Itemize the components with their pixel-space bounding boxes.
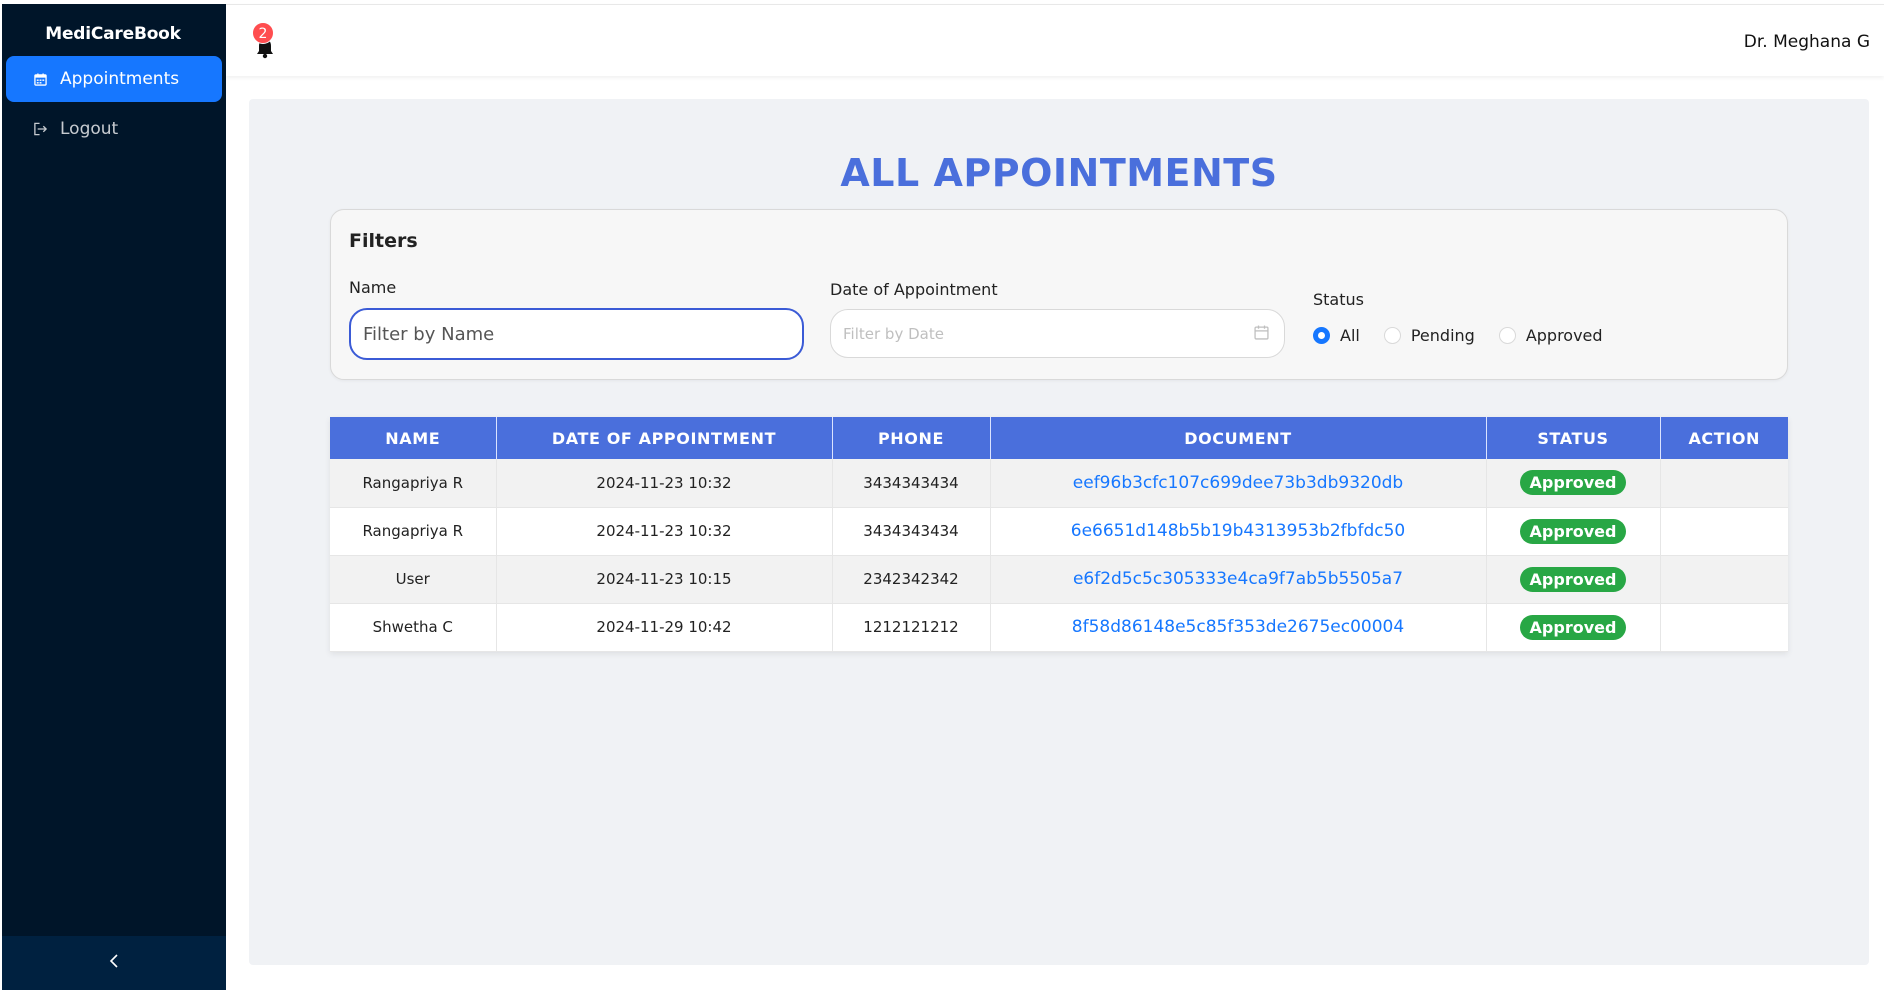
window-edge xyxy=(0,0,2,990)
document-link[interactable]: 8f58d86148e5c85f353de2675ec00004 xyxy=(1072,617,1404,637)
table-row: Rangapriya R 2024-11-23 10:32 3434343434… xyxy=(330,459,1788,508)
table-row: Rangapriya R 2024-11-23 10:32 3434343434… xyxy=(330,507,1788,556)
cell-date: 2024-11-23 10:15 xyxy=(496,555,833,604)
document-link[interactable]: 6e6651d148b5b19b4313953b2fbfdc50 xyxy=(1071,521,1405,541)
status-radio-all[interactable]: All xyxy=(1313,326,1360,345)
cell-action xyxy=(1660,603,1788,652)
column-header-status[interactable]: STATUS xyxy=(1486,417,1661,459)
cell-name: Shwetha C xyxy=(330,603,497,652)
cell-phone: 2342342342 xyxy=(832,555,991,604)
cell-date: 2024-11-23 10:32 xyxy=(496,507,833,556)
column-header-date[interactable]: DATE OF APPOINTMENT xyxy=(496,417,833,459)
radio-dot[interactable] xyxy=(1498,326,1516,344)
page-title: ALL APPOINTMENTS xyxy=(840,151,1278,195)
status-badge: Approved xyxy=(1519,470,1627,496)
cell-phone: 1212121212 xyxy=(832,603,991,652)
column-header-document[interactable]: DOCUMENT xyxy=(990,417,1487,459)
radio-dot[interactable] xyxy=(1313,326,1330,344)
date-filter-input[interactable] xyxy=(843,322,1223,346)
app-root: MediCareBook Appointments Logout 2 Dr. M… xyxy=(0,0,1884,990)
status-badge: Approved xyxy=(1519,614,1627,640)
column-header-action[interactable]: ACTION xyxy=(1660,417,1788,459)
cell-document: 6e6651d148b5b19b4313953b2fbfdc50 xyxy=(990,507,1487,556)
status-radio-approved[interactable]: Approved xyxy=(1498,325,1603,345)
brand-logo[interactable]: MediCareBook xyxy=(0,24,226,44)
cell-document: e6f2d5c5c305333e4ca9f7ab5b5505a7 xyxy=(990,555,1487,604)
name-filter-input[interactable] xyxy=(349,308,804,360)
calendar-icon xyxy=(1254,325,1270,341)
filters-title: Filters xyxy=(349,230,418,252)
column-header-name[interactable]: NAME xyxy=(330,417,497,459)
cell-document: 8f58d86148e5c85f353de2675ec00004 xyxy=(990,603,1487,652)
cell-status: Approved xyxy=(1486,507,1661,556)
document-link[interactable]: eef96b3cfc107c699dee73b3db9320db xyxy=(1073,473,1403,493)
status-radio-group: All Pending Approved xyxy=(1313,323,1627,347)
main-content: ALL APPOINTMENTS Filters Name Date of Ap… xyxy=(249,99,1869,965)
user-name[interactable]: Dr. Meghana G xyxy=(1744,32,1870,52)
document-link[interactable]: e6f2d5c5c305333e4ca9f7ab5b5505a7 xyxy=(1073,569,1403,589)
notification-count-badge: 2 xyxy=(252,22,274,44)
chevron-left-icon xyxy=(109,953,119,973)
sidebar-item-appointments[interactable]: Appointments xyxy=(6,56,222,102)
sidebar-item-logout[interactable]: Logout xyxy=(6,106,222,152)
status-radio-pending[interactable]: Pending xyxy=(1383,325,1475,345)
cell-name: User xyxy=(330,555,497,604)
cell-date: 2024-11-23 10:32 xyxy=(496,459,833,508)
cell-document: eef96b3cfc107c699dee73b3db9320db xyxy=(990,459,1487,508)
cell-status: Approved xyxy=(1486,555,1661,604)
sidebar-collapse-button[interactable] xyxy=(2,936,226,990)
column-header-phone[interactable]: PHONE xyxy=(832,417,991,459)
radio-label: All xyxy=(1340,325,1360,345)
radio-dot[interactable] xyxy=(1383,326,1401,344)
table-row: User 2024-11-23 10:15 2342342342 e6f2d5c… xyxy=(330,555,1788,604)
radio-label: Approved xyxy=(1525,325,1603,345)
table-header-row: NAME DATE OF APPOINTMENT PHONE DOCUMENT … xyxy=(330,417,1788,459)
cell-action xyxy=(1660,507,1788,556)
cell-status: Approved xyxy=(1486,603,1661,652)
notification-bell-button[interactable]: 2 xyxy=(250,22,280,59)
date-filter-label: Date of Appointment xyxy=(830,280,998,299)
appointments-table: NAME DATE OF APPOINTMENT PHONE DOCUMENT … xyxy=(330,417,1788,652)
filters-panel: Filters Name Date of Appointment Status xyxy=(330,209,1788,380)
name-filter-label: Name xyxy=(349,278,397,297)
status-badge: Approved xyxy=(1519,518,1627,544)
table-row: Shwetha C 2024-11-29 10:42 1212121212 8f… xyxy=(330,603,1788,652)
cell-phone: 3434343434 xyxy=(832,459,991,508)
cell-action xyxy=(1660,555,1788,604)
logout-icon xyxy=(32,121,48,137)
cell-action xyxy=(1660,459,1788,508)
cell-status: Approved xyxy=(1486,459,1661,508)
sidebar: MediCareBook Appointments Logout xyxy=(0,4,226,990)
cell-name: Rangapriya R xyxy=(330,459,497,508)
top-header: 2 Dr. Meghana G xyxy=(226,4,1884,76)
cell-date: 2024-11-29 10:42 xyxy=(496,603,833,652)
radio-label: Pending xyxy=(1410,325,1475,345)
calendar-icon xyxy=(32,71,48,87)
status-badge: Approved xyxy=(1519,566,1627,592)
status-filter-label: Status xyxy=(1313,290,1364,309)
cell-name: Rangapriya R xyxy=(330,507,497,556)
appointments-table-container: NAME DATE OF APPOINTMENT PHONE DOCUMENT … xyxy=(330,417,1788,652)
cell-phone: 3434343434 xyxy=(832,507,991,556)
sidebar-item-label: Appointments xyxy=(60,69,180,89)
sidebar-item-label: Logout xyxy=(60,119,119,139)
date-filter-picker[interactable] xyxy=(830,309,1285,358)
